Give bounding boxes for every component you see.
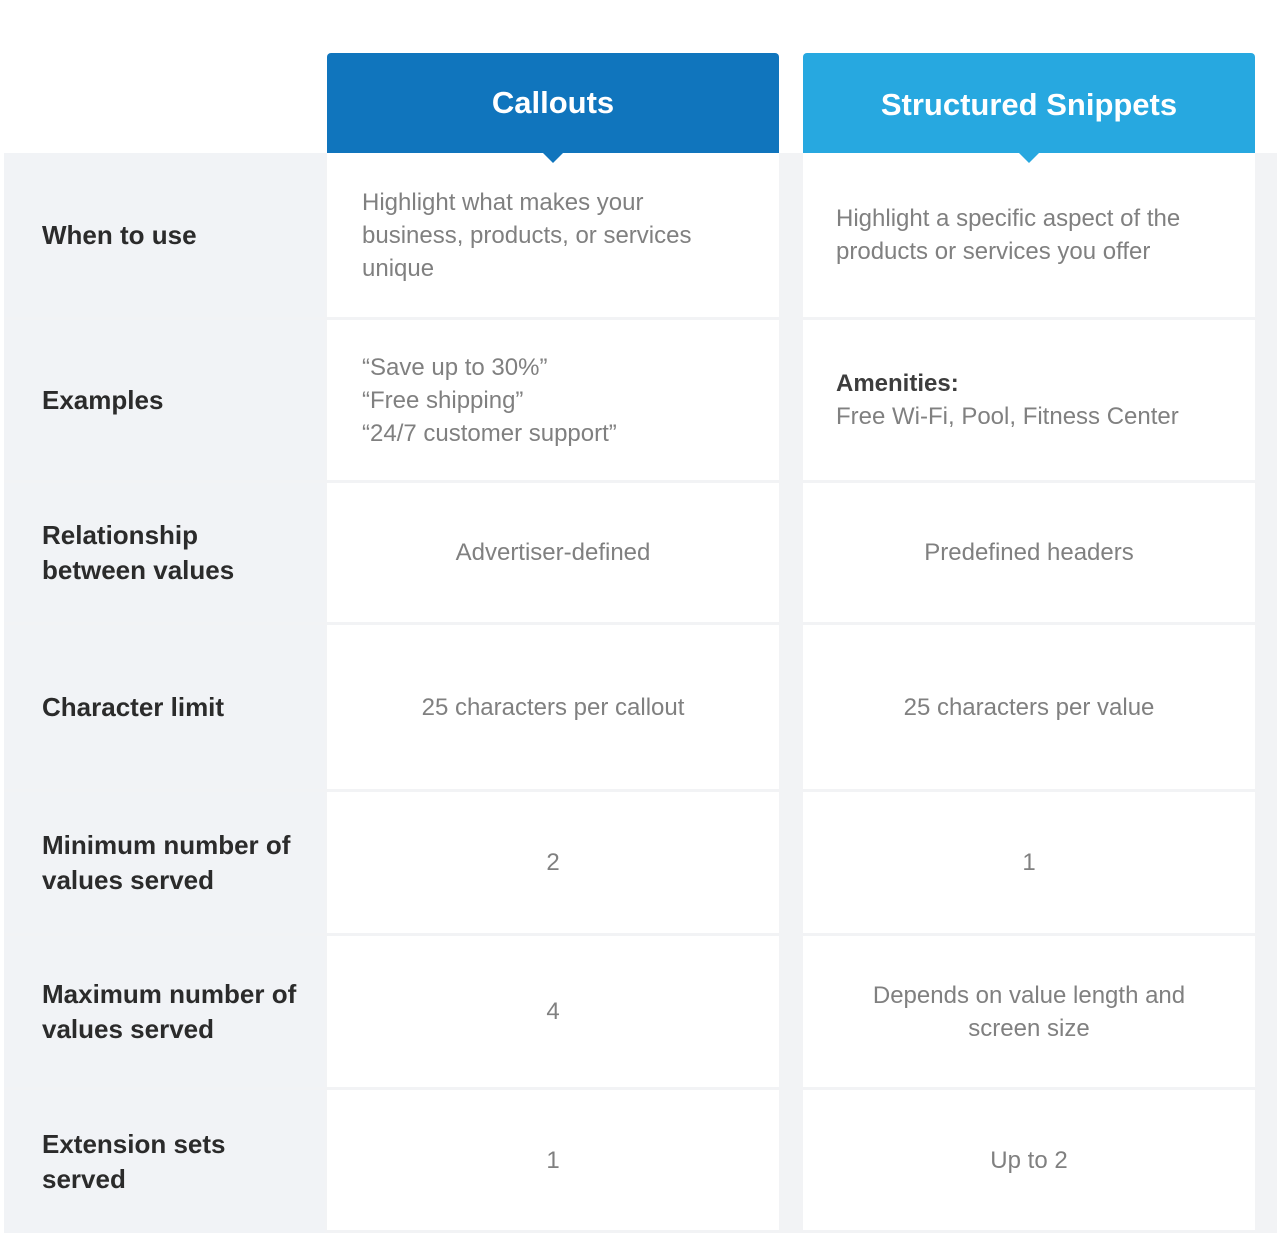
snippets-cell: Amenities: Free Wi-Fi, Pool, Fitness Cen… bbox=[803, 320, 1255, 480]
snippets-cell: Predefined headers bbox=[803, 483, 1255, 622]
example-line: “Save up to 30%” bbox=[362, 353, 548, 381]
callouts-cell: 25 characters per callout bbox=[327, 625, 779, 789]
table-row-extension-sets: Extension sets served 1 Up to 2 bbox=[0, 1090, 1277, 1233]
callouts-cell-text: Highlight what makes your business, prod… bbox=[362, 188, 692, 282]
snippets-cell-text: Highlight a specific aspect of the produ… bbox=[836, 205, 1181, 265]
row-label-text: When to use bbox=[42, 219, 197, 250]
callouts-cell-text: 4 bbox=[546, 998, 560, 1025]
column-header-structured-snippets: Structured Snippets bbox=[803, 53, 1255, 163]
snippets-cell: 1 bbox=[803, 792, 1255, 933]
column-header-callouts-label: Callouts bbox=[491, 85, 615, 120]
table-row-character-limit: Character limit 25 characters per callou… bbox=[0, 625, 1277, 792]
snippets-cell-text: Predefined headers bbox=[924, 539, 1134, 566]
callouts-cell-text: 25 characters per callout bbox=[421, 693, 685, 721]
row-label: Relationship between values bbox=[4, 483, 325, 622]
snippets-cell-text: 25 characters per value bbox=[903, 693, 1155, 721]
table-row-maximum-values: Maximum number of values served 4 Depend… bbox=[0, 936, 1277, 1090]
callouts-cell: Advertiser-defined bbox=[327, 483, 779, 622]
row-label-text: Extension sets served bbox=[42, 1128, 226, 1194]
row-label-text: Relationship between values bbox=[42, 519, 235, 585]
table-row-minimum-values: Minimum number of values served 2 1 bbox=[0, 792, 1277, 936]
table-row-when-to-use: When to use Highlight what makes your bu… bbox=[0, 153, 1277, 320]
column-header-callouts: Callouts bbox=[327, 53, 779, 163]
example-line: “24/7 customer support” bbox=[362, 419, 617, 447]
snippet-header: Amenities: bbox=[836, 370, 959, 397]
snippet-values: Free Wi-Fi, Pool, Fitness Center bbox=[836, 403, 1179, 430]
snippets-cell: 25 characters per value bbox=[803, 625, 1255, 789]
table-row-relationship: Relationship between values Advertiser-d… bbox=[0, 483, 1277, 625]
callouts-cell: 2 bbox=[327, 792, 779, 933]
row-label: Extension sets served bbox=[4, 1090, 325, 1233]
callouts-cell-text: 2 bbox=[546, 849, 560, 876]
callouts-cell-text: Advertiser-defined bbox=[455, 539, 651, 566]
callouts-cell-text: 1 bbox=[546, 1146, 560, 1174]
snippets-cell: Depends on value length and screen size bbox=[803, 936, 1255, 1087]
snippets-cell-text: 1 bbox=[1022, 849, 1036, 876]
row-label-text: Examples bbox=[42, 384, 164, 415]
example-line: “Free shipping” bbox=[362, 386, 524, 414]
callouts-cell: 4 bbox=[327, 936, 779, 1087]
header-pointer-icon bbox=[1019, 153, 1039, 163]
callouts-cell: Highlight what makes your business, prod… bbox=[327, 153, 779, 317]
column-header-snippets-label: Structured Snippets bbox=[880, 87, 1178, 122]
callouts-cell: 1 bbox=[327, 1090, 779, 1230]
row-label: When to use bbox=[4, 153, 325, 317]
row-label: Examples bbox=[4, 320, 325, 480]
table-row-examples: Examples “Save up to 30%” “Free shipping… bbox=[0, 320, 1277, 483]
row-label-text: Maximum number of values served bbox=[42, 978, 297, 1044]
header-pointer-icon bbox=[543, 153, 563, 163]
row-label-text: Minimum number of values served bbox=[42, 829, 291, 895]
snippets-cell: Up to 2 bbox=[803, 1090, 1255, 1230]
row-label: Maximum number of values served bbox=[4, 936, 325, 1087]
row-label: Character limit bbox=[4, 625, 325, 789]
snippets-cell-text: Up to 2 bbox=[990, 1146, 1068, 1174]
callouts-cell: “Save up to 30%” “Free shipping” “24/7 c… bbox=[327, 320, 779, 480]
snippets-cell-text: Depends on value length and screen size bbox=[872, 981, 1186, 1042]
row-label-text: Character limit bbox=[42, 691, 225, 722]
snippets-cell: Highlight a specific aspect of the produ… bbox=[803, 153, 1255, 317]
row-label: Minimum number of values served bbox=[4, 792, 325, 933]
